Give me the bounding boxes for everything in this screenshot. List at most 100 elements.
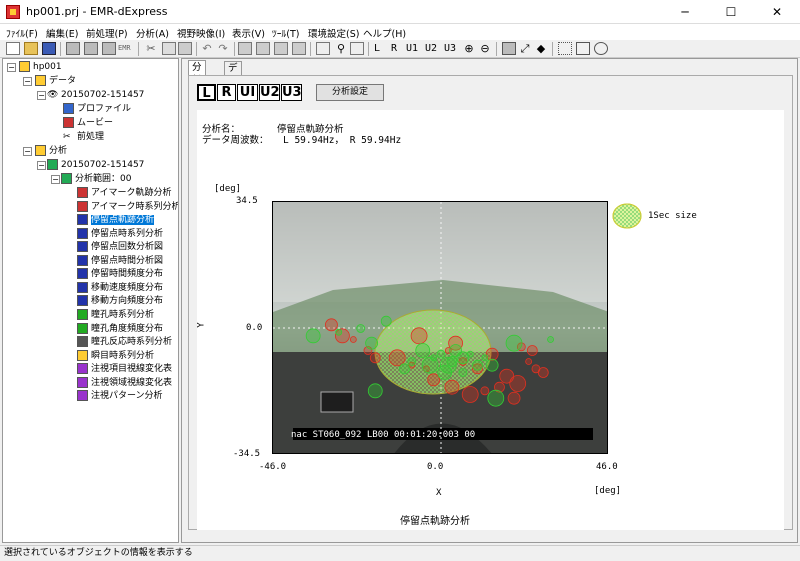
- menu-file[interactable]: ﾌｧｲﾙ(F): [6, 26, 38, 40]
- eye-l-toggle[interactable]: L: [197, 84, 216, 101]
- analysis-settings-button[interactable]: 分析設定: [316, 84, 384, 101]
- eye-u2-button[interactable]: U2: [425, 43, 437, 54]
- menu-help[interactable]: ヘルプ(H): [363, 26, 406, 40]
- tree-analysis-item[interactable]: 移動方向頻度分布: [77, 295, 163, 308]
- tree-analysis-item[interactable]: 停留点時系列分析: [77, 227, 163, 241]
- minimize-button[interactable]: ─: [662, 0, 708, 24]
- eye-u1-button[interactable]: U1: [406, 43, 418, 54]
- layout-icon[interactable]: [66, 42, 80, 55]
- expand-data-session[interactable]: −: [37, 91, 46, 100]
- expand-root[interactable]: −: [7, 63, 16, 72]
- tree-analysis-item[interactable]: 瞳孔時系列分析: [77, 308, 154, 322]
- zoom-in-icon[interactable]: ⊕: [462, 42, 476, 55]
- tree-analysis-item[interactable]: 注視領域視線変化表: [77, 376, 172, 390]
- tree-range[interactable]: 分析範囲：00: [61, 173, 131, 186]
- new-icon[interactable]: [6, 42, 20, 55]
- tree-data-session[interactable]: 👁 20150702-151457: [47, 89, 144, 102]
- rect-icon[interactable]: [576, 42, 590, 55]
- fixation-point-r: [481, 354, 489, 362]
- toolbar: EMR ✂ ↶ ↷ ⚲ L R U1 U2 U3 ⊕ ⊖ ⤢ ◆: [0, 40, 800, 58]
- expand-range[interactable]: −: [51, 175, 60, 184]
- ellipse-icon[interactable]: [594, 42, 608, 55]
- data-frequency-value: L 59.94Hz， R 59.94Hz: [283, 135, 402, 146]
- app-icon: [6, 5, 20, 19]
- tree-analysis-item[interactable]: 停留点時間分析図: [77, 254, 163, 268]
- y-unit-label: [deg]: [214, 184, 242, 194]
- tree-movie[interactable]: ムービー: [63, 117, 113, 130]
- video-icon[interactable]: [316, 42, 330, 55]
- layout3-icon[interactable]: [102, 42, 116, 55]
- copy-icon[interactable]: [162, 42, 176, 55]
- tree-analysis-item[interactable]: 注視パターン分析: [77, 390, 163, 403]
- fixation-point-r: [472, 359, 483, 371]
- close-button[interactable]: ✕: [754, 0, 800, 24]
- menu-visual-field[interactable]: 視野映像(I): [177, 26, 225, 40]
- chart-title: 停留点軌跡分析: [400, 516, 470, 527]
- x-axis-label: X: [436, 488, 442, 498]
- print-preview-icon[interactable]: [256, 42, 270, 55]
- tree-analysis[interactable]: 分析: [35, 145, 67, 158]
- fixation-plot-svg: nac ST060_092 LB00 00:01:20:003 00: [273, 202, 607, 453]
- fixation-point-l: [410, 327, 428, 345]
- grid-icon[interactable]: [502, 42, 516, 55]
- menu-view[interactable]: 表示(V): [232, 26, 265, 40]
- eye-r-toggle[interactable]: R: [217, 84, 236, 101]
- expand-data[interactable]: −: [23, 77, 32, 86]
- tree-profile[interactable]: プロファイル: [63, 103, 131, 116]
- eye-u1-toggle[interactable]: UI: [237, 84, 258, 101]
- save-icon[interactable]: [42, 42, 56, 55]
- redo-icon[interactable]: ↷: [216, 42, 230, 55]
- eye-u3-toggle[interactable]: U3: [281, 84, 302, 101]
- wand-icon[interactable]: ⚲: [334, 42, 348, 55]
- tree-preprocess[interactable]: ✂ 前処理: [63, 131, 104, 144]
- tree-root[interactable]: hp001: [19, 61, 62, 74]
- maximize-button[interactable]: ☐: [708, 0, 754, 24]
- tab-data[interactable]: データ: [224, 61, 242, 100]
- menu-preprocess[interactable]: 前処理(P): [86, 26, 128, 40]
- tree-analysis-item[interactable]: 移動速度頻度分布: [77, 281, 163, 295]
- tree-analysis-item[interactable]: 瞳孔反応時系列分析: [77, 336, 172, 349]
- fixation-point-r: [335, 328, 343, 336]
- fixation-point-r: [436, 349, 446, 359]
- tree-analysis-item[interactable]: 瞬目時系列分析: [77, 349, 154, 363]
- cut-icon[interactable]: ✂: [144, 42, 158, 55]
- menu-edit[interactable]: 編集(E): [46, 26, 78, 40]
- x-tick-right: 46.0: [596, 462, 618, 472]
- tree-analysis-item[interactable]: 注視項目視線変化表: [77, 363, 172, 376]
- expand-analysis-session[interactable]: −: [37, 161, 46, 170]
- export-icon[interactable]: [274, 42, 288, 55]
- tree-analysis-item[interactable]: 停留点回数分析図: [77, 241, 163, 254]
- expand-analysis[interactable]: −: [23, 147, 32, 156]
- analysis-type-icon: [77, 281, 88, 293]
- connect-icon[interactable]: ⤢: [518, 42, 532, 55]
- tree-analysis-item[interactable]: アイマーク軌跡分析: [77, 187, 172, 200]
- menu-analysis[interactable]: 分析(A): [136, 26, 169, 40]
- emr-icon[interactable]: EMR: [118, 44, 131, 52]
- eye-u3-button[interactable]: U3: [444, 43, 456, 54]
- marker-icon[interactable]: ◆: [534, 42, 548, 55]
- tree-analysis-item[interactable]: アイマーク時系列分析: [77, 200, 178, 214]
- fixation-point-r: [415, 343, 431, 358]
- menu-tools[interactable]: ﾂｰﾙ(T): [272, 26, 299, 40]
- menu-settings[interactable]: 環境設定(S): [308, 26, 359, 40]
- layout2-icon[interactable]: [84, 42, 98, 55]
- eye-r-button[interactable]: R: [391, 43, 397, 54]
- tools-icon: ✂: [63, 132, 71, 142]
- open-icon[interactable]: [24, 42, 38, 55]
- export2-icon[interactable]: [292, 42, 306, 55]
- zoom-out-icon[interactable]: ⊖: [478, 42, 492, 55]
- doc-icon[interactable]: [350, 42, 364, 55]
- fixation-point-l: [444, 379, 460, 395]
- tree-analysis-item[interactable]: 停留点軌跡分析: [77, 214, 155, 227]
- undo-icon[interactable]: ↶: [200, 42, 214, 55]
- eye-u2-toggle[interactable]: U2: [259, 84, 280, 101]
- tree-analysis-item[interactable]: 停留時間頻度分布: [77, 268, 163, 281]
- tree-analysis-item[interactable]: 瞳孔角度頻度分布: [77, 322, 163, 336]
- tree-analysis-session[interactable]: 20150702-151457: [47, 159, 144, 172]
- print-icon[interactable]: [238, 42, 252, 55]
- tree-data[interactable]: データ: [35, 75, 76, 88]
- eye-l-button[interactable]: L: [374, 43, 380, 54]
- tab-analysis-chart[interactable]: 分析図: [188, 60, 206, 99]
- paste-icon[interactable]: [178, 42, 192, 55]
- select-rect-icon[interactable]: [558, 42, 572, 55]
